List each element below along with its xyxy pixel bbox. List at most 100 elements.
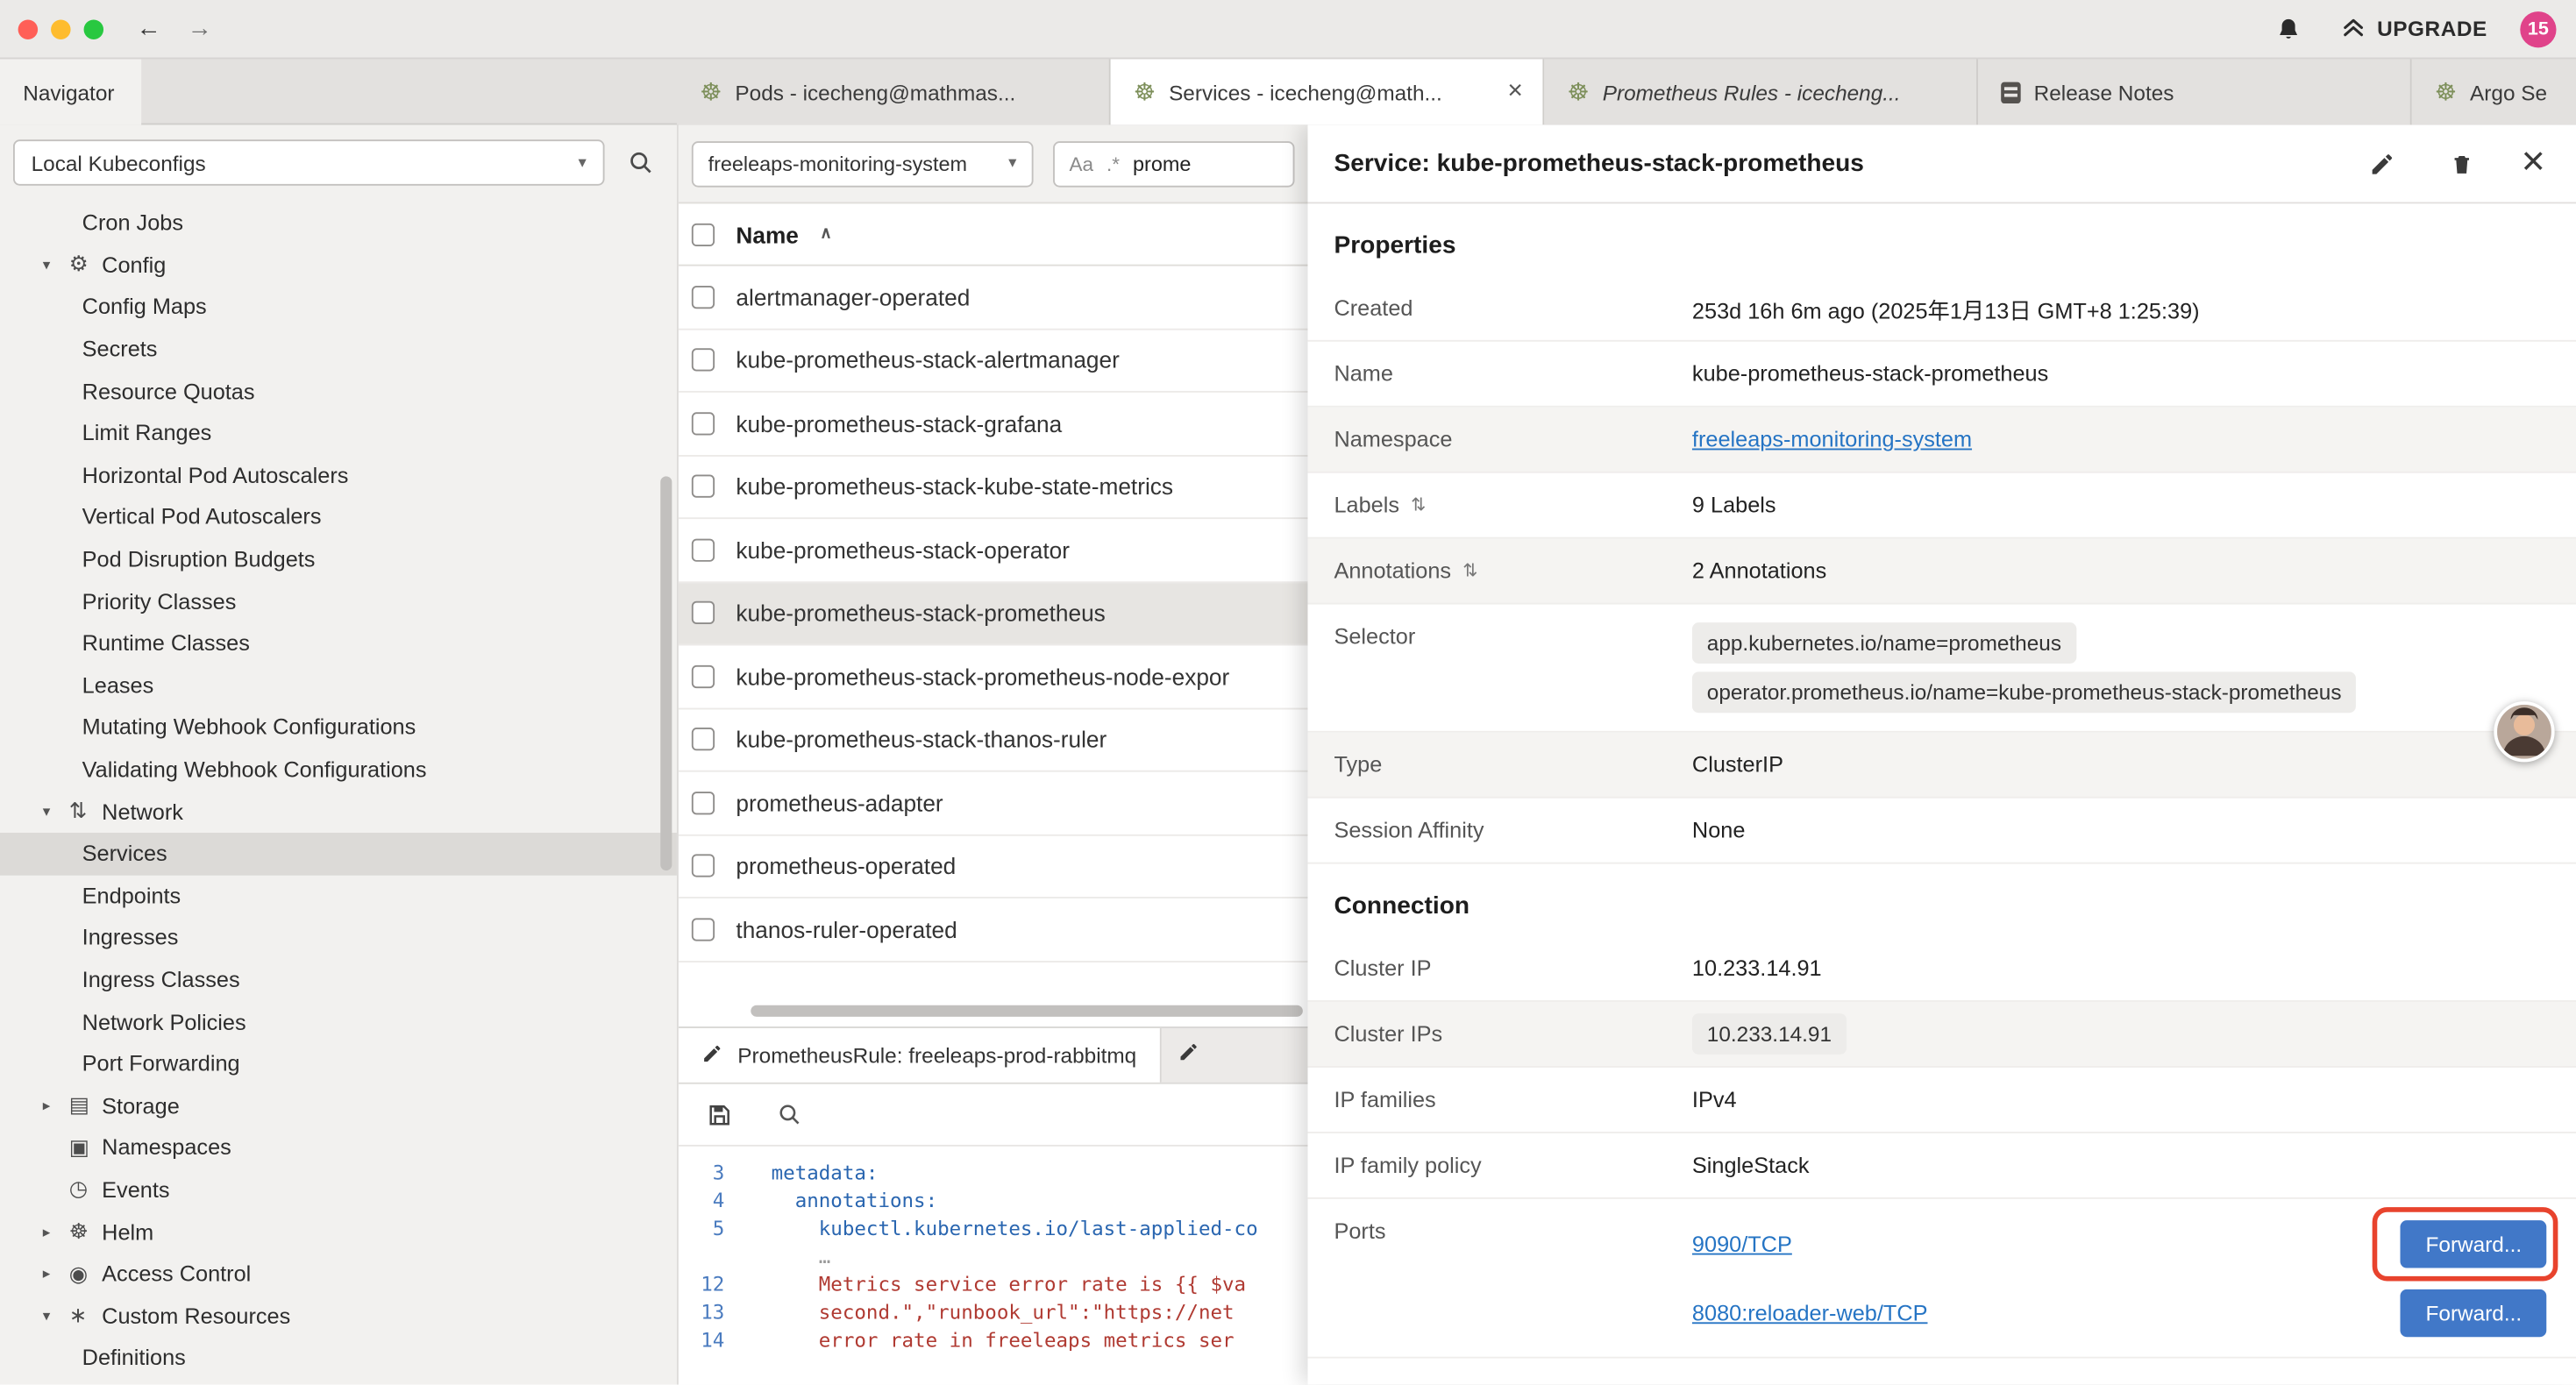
select-all-checkbox[interactable] (692, 223, 715, 245)
row-checkbox[interactable] (692, 349, 715, 372)
sidebar-item-limit-ranges[interactable]: Limit Ranges (0, 412, 677, 454)
caret-collapsed-icon[interactable]: ▸ (43, 1097, 69, 1115)
sidebar-item-port-forwarding[interactable]: Port Forwarding (0, 1043, 677, 1085)
table-row-kube-prometheus-stack-thanos-ruler[interactable]: kube-prometheus-stack-thanos-ruler (679, 709, 1308, 772)
sidebar-item-mutating-webhook-configurations[interactable]: Mutating Webhook Configurations (0, 707, 677, 749)
editor-search-icon[interactable] (769, 1095, 808, 1134)
close-icon[interactable]: ✕ (2520, 148, 2546, 180)
sidebar-scrollbar[interactable] (660, 476, 672, 870)
row-checkbox[interactable] (692, 728, 715, 751)
regex-icon[interactable]: .* (1107, 152, 1120, 174)
row-checkbox[interactable] (692, 286, 715, 309)
notifications-bell-icon[interactable] (2268, 9, 2308, 48)
table-row-kube-prometheus-stack-alertmanager[interactable]: kube-prometheus-stack-alertmanager (679, 330, 1308, 393)
close-window-button[interactable] (18, 19, 38, 39)
table-row-kube-prometheus-stack-grafana[interactable]: kube-prometheus-stack-grafana (679, 393, 1308, 456)
caret-expanded-icon[interactable]: ▾ (43, 1307, 69, 1325)
dock-tab-partial[interactable] (1161, 1028, 1215, 1083)
kubeconfig-select-value: Local Kubeconfigs (32, 150, 206, 174)
namespace-link[interactable]: freeleaps-monitoring-system (1692, 427, 1972, 451)
table-row-alertmanager-operated[interactable]: alertmanager-operated (679, 266, 1308, 330)
zoom-window-button[interactable] (84, 19, 103, 39)
match-case-icon[interactable]: Aa (1069, 152, 1093, 174)
sidebar-item-events[interactable]: ◷Events (0, 1168, 677, 1211)
tab-pods-icecheng-mathmas[interactable]: ☸Pods - icecheng@mathmas... (677, 59, 1111, 124)
row-checkbox[interactable] (692, 855, 715, 877)
sidebar-item-vertical-pod-autoscalers[interactable]: Vertical Pod Autoscalers (0, 496, 677, 538)
caret-expanded-icon[interactable]: ▾ (43, 803, 69, 821)
name-column-header[interactable]: Name (736, 221, 798, 247)
row-checkbox[interactable] (692, 792, 715, 814)
save-icon[interactable] (700, 1095, 739, 1134)
sidebar-item-custom-resources[interactable]: ▾∗Custom Resources (0, 1295, 677, 1337)
table-row-kube-prometheus-stack-prometheus[interactable]: kube-prometheus-stack-prometheus (679, 582, 1308, 645)
sidebar-item-ingress-classes[interactable]: Ingress Classes (0, 959, 677, 1001)
sidebar-item-horizontal-pod-autoscalers[interactable]: Horizontal Pod Autoscalers (0, 454, 677, 496)
sidebar-item-config[interactable]: ▾⚙Config (0, 244, 677, 286)
table-row-prometheus-adapter[interactable]: prometheus-adapter (679, 772, 1308, 835)
upgrade-button[interactable]: UPGRADE (2341, 14, 2487, 44)
expand-toggle-icon[interactable]: ⇅ (1462, 560, 1477, 581)
sidebar-item-namespaces[interactable]: ▣Namespaces (0, 1126, 677, 1168)
tab-argo-se[interactable]: ☸Argo Se (2412, 59, 2576, 124)
tab-release-notes[interactable]: Release Notes (1978, 59, 2412, 124)
back-arrow-icon[interactable]: ← (137, 15, 161, 43)
sidebar-item-pod-disruption-budgets[interactable]: Pod Disruption Budgets (0, 538, 677, 580)
forward-button[interactable]: Forward... (2401, 1219, 2546, 1267)
sidebar-item-definitions[interactable]: Definitions (0, 1337, 677, 1379)
row-checkbox[interactable] (692, 918, 715, 941)
sidebar-item-secrets[interactable]: Secrets (0, 328, 677, 370)
sidebar-item-priority-classes[interactable]: Priority Classes (0, 580, 677, 622)
search-input[interactable]: Aa .* prome (1053, 140, 1295, 186)
forward-button[interactable]: Forward... (2401, 1289, 2546, 1336)
horizontal-scrollbar[interactable] (751, 1005, 1303, 1017)
sidebar-item-storage[interactable]: ▸▤Storage (0, 1085, 677, 1127)
tab-services-icecheng-math[interactable]: ☸Services - icecheng@math...× (1111, 59, 1545, 124)
table-row-prometheus-operated[interactable]: prometheus-operated (679, 835, 1308, 898)
port-link[interactable]: 9090/TCP (1692, 1231, 1792, 1255)
caret-collapsed-icon[interactable]: ▸ (43, 1223, 69, 1241)
row-checkbox[interactable] (692, 475, 715, 498)
sidebar-item-validating-webhook-configurations[interactable]: Validating Webhook Configurations (0, 749, 677, 791)
close-tab-icon[interactable]: × (1505, 77, 1526, 107)
sidebar-item-cron-jobs[interactable]: Cron Jobs (0, 202, 677, 244)
namespace-select[interactable]: freeleaps-monitoring-system ▾ (692, 140, 1033, 186)
row-checkbox[interactable] (692, 664, 715, 687)
table-row-kube-prometheus-stack-prometheus-node-expor[interactable]: kube-prometheus-stack-prometheus-node-ex… (679, 645, 1308, 708)
minimize-window-button[interactable] (51, 19, 70, 39)
row-checkbox[interactable] (692, 412, 715, 435)
delete-trash-icon[interactable] (2441, 144, 2480, 183)
sidebar-item-helm[interactable]: ▸☸Helm (0, 1211, 677, 1253)
table-row-thanos-ruler-operated[interactable]: thanos-ruler-operated (679, 898, 1308, 962)
kubeconfig-select[interactable]: Local Kubeconfigs ▾ (13, 139, 605, 185)
edit-pencil-icon[interactable] (2363, 144, 2402, 183)
user-avatar[interactable] (2494, 701, 2554, 762)
sidebar-item-network-policies[interactable]: Network Policies (0, 1001, 677, 1043)
sidebar-item-ingresses[interactable]: Ingresses (0, 917, 677, 959)
table-row-kube-prometheus-stack-kube-state-metrics[interactable]: kube-prometheus-stack-kube-state-metrics (679, 456, 1308, 519)
navigator-panel-tab[interactable]: Navigator (0, 59, 141, 124)
editor-code[interactable]: 3 metadata:4 annotations:5 kubectl.kuber… (679, 1147, 1308, 1355)
sidebar-item-network[interactable]: ▾⇅Network (0, 791, 677, 833)
sidebar-item-services[interactable]: Services (0, 833, 677, 875)
sidebar-item-access-control[interactable]: ▸◉Access Control (0, 1253, 677, 1295)
notification-count-badge[interactable]: 15 (2520, 11, 2556, 46)
tab-prometheus-rules-icecheng[interactable]: ☸Prometheus Rules - icecheng... (1544, 59, 1978, 124)
table-row-kube-prometheus-stack-operator[interactable]: kube-prometheus-stack-operator (679, 519, 1308, 582)
sidebar-item-runtime-classes[interactable]: Runtime Classes (0, 622, 677, 664)
row-checkbox[interactable] (692, 538, 715, 561)
sort-asc-icon[interactable]: ∧ (820, 225, 832, 244)
code-text: kubectl.kubernetes.io/last-applied-co (748, 1216, 1258, 1244)
sidebar-search-icon[interactable] (621, 143, 660, 182)
port-link[interactable]: 8080:reloader-web/TCP (1692, 1300, 1928, 1325)
caret-expanded-icon[interactable]: ▾ (43, 256, 69, 274)
sidebar-item-endpoints[interactable]: Endpoints (0, 875, 677, 917)
sidebar-item-leases[interactable]: Leases (0, 664, 677, 707)
expand-toggle-icon[interactable]: ⇅ (1411, 494, 1426, 515)
sidebar-item-config-maps[interactable]: Config Maps (0, 286, 677, 328)
forward-arrow-icon[interactable]: → (188, 15, 212, 43)
row-checkbox[interactable] (692, 601, 715, 624)
dock-tab-prometheusrule[interactable]: PrometheusRule: freeleaps-prod-rabbitmq (679, 1028, 1161, 1083)
sidebar-item-resource-quotas[interactable]: Resource Quotas (0, 370, 677, 412)
caret-collapsed-icon[interactable]: ▸ (43, 1265, 69, 1283)
